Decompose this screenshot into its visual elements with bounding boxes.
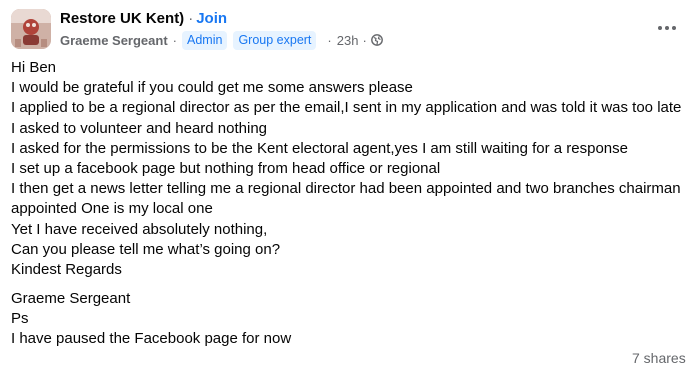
- shares-count-link[interactable]: 7 shares: [632, 350, 686, 366]
- join-button[interactable]: Join: [196, 10, 227, 27]
- message-line: Ps: [11, 310, 29, 328]
- message-line: I asked for the permissions to be the Ke…: [11, 139, 628, 157]
- post-message: Hi Ben I would be grateful if you could …: [11, 58, 687, 350]
- message-line: I applied to be a regional director as p…: [11, 99, 682, 117]
- meta-separator: ·: [172, 32, 178, 48]
- message-line: I set up a facebook page but nothing fro…: [11, 159, 441, 177]
- author-name-link[interactable]: Graeme Sergeant: [60, 33, 168, 48]
- message-line: I would be grateful if you could get me …: [11, 79, 413, 97]
- more-options-icon[interactable]: [655, 18, 679, 38]
- more-dot: [672, 26, 676, 30]
- group-avatar[interactable]: [11, 9, 51, 49]
- admin-badge[interactable]: Admin: [182, 30, 228, 50]
- meta-separator-2: ·: [327, 32, 332, 48]
- message-line: Yet I have received absolutely nothing,: [11, 220, 268, 238]
- message-line: Can you please tell me what’s going on?: [11, 240, 281, 258]
- post-header-title: Restore UK Kent) · Join: [60, 10, 227, 28]
- group-name-link[interactable]: Restore UK Kent): [60, 10, 184, 27]
- message-line: I have paused the Facebook page for now: [11, 330, 292, 348]
- meta-separator-3: ·: [362, 32, 367, 48]
- message-line: I then get a news letter telling me a re…: [11, 180, 681, 198]
- message-line: I asked to volunteer and heard nothing: [11, 119, 268, 137]
- title-separator: ·: [188, 10, 194, 27]
- post-meta: Graeme Sergeant · Admin Group expert · 2…: [60, 30, 383, 50]
- message-line: appointed One is my local one: [11, 200, 213, 218]
- post-timestamp-link[interactable]: 23h: [337, 33, 359, 48]
- message-line: Graeme Sergeant: [11, 290, 131, 308]
- globe-icon: [370, 34, 383, 46]
- message-line: Kindest Regards: [11, 260, 122, 278]
- group-post: Restore UK Kent) · Join Graeme Sergeant · …: [0, 0, 687, 366]
- message-line: Hi Ben: [11, 59, 57, 76]
- group-expert-badge[interactable]: Group expert: [233, 30, 317, 50]
- more-dot: [658, 26, 662, 30]
- more-dot: [665, 26, 669, 30]
